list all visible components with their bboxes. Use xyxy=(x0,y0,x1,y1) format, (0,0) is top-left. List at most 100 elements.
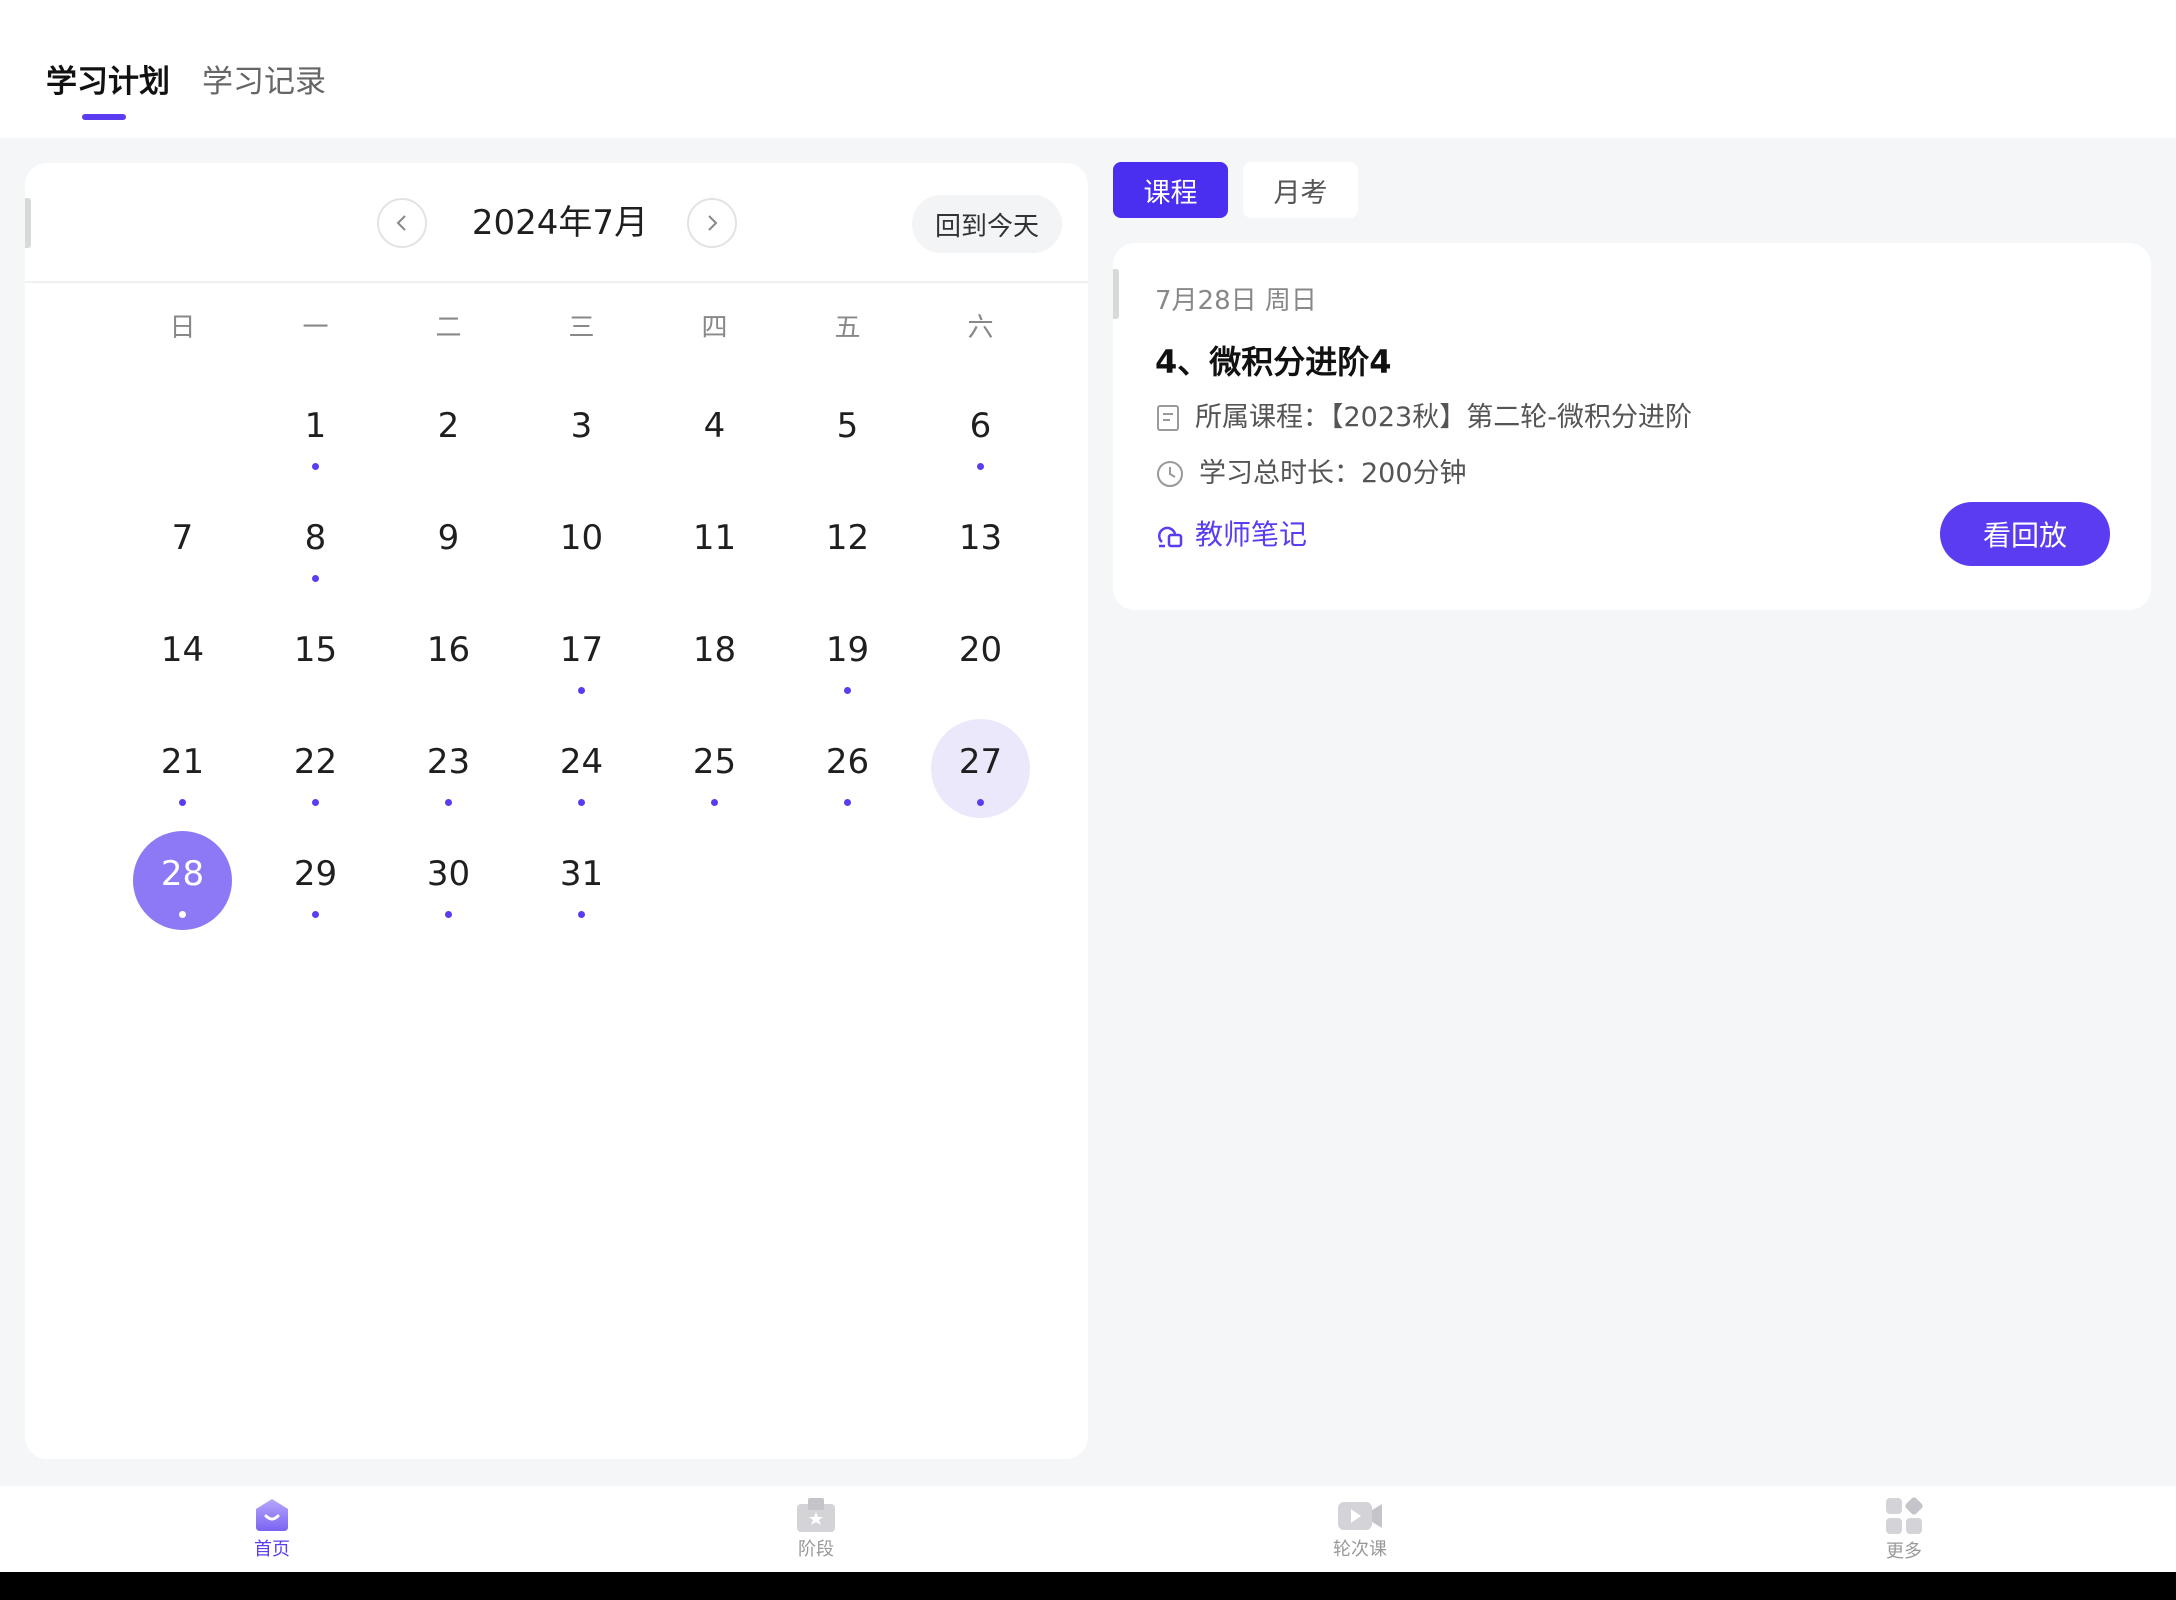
tab-study-record[interactable]: 学习记录 xyxy=(202,58,326,106)
day-number: 24 xyxy=(559,742,604,782)
calendar-day[interactable]: 21 xyxy=(116,712,249,824)
nav-label-more: 更多 xyxy=(1886,1541,1922,1562)
calendar-card: 2024年7月 回到今天 日一二三四五六 1 2 3 4 5 6 7 8 9 10 11 12 13 14… xyxy=(25,163,1088,1459)
calendar-day[interactable]: 26 xyxy=(781,712,914,824)
calendar-day[interactable]: 4 xyxy=(648,376,781,488)
calendar-day[interactable]: 15 xyxy=(249,600,382,712)
weekday-label: 日 xyxy=(169,313,196,343)
watch-replay-button[interactable]: 看回放 xyxy=(1940,502,2110,566)
nav-item-stage[interactable]: 阶段 xyxy=(544,1486,1088,1572)
document-icon xyxy=(1157,405,1179,431)
nav-label-stage: 阶段 xyxy=(798,1539,834,1560)
calendar-day[interactable]: 31 xyxy=(515,824,648,936)
lesson-card[interactable]: 7月28日 周日 4、微积分进阶4 所属课程：【2023秋】第二轮-微积分进阶 … xyxy=(1113,243,2151,610)
calendar-day[interactable]: 16 xyxy=(382,600,515,712)
calendar-day[interactable]: 5 xyxy=(781,376,914,488)
calendar-day[interactable]: 30 xyxy=(382,824,515,936)
segment-monthly-exam[interactable]: 月考 xyxy=(1243,162,1358,218)
teacher-notes-label: 教师笔记 xyxy=(1195,518,1308,551)
card-edge-marker xyxy=(25,198,31,248)
nav-item-round-course[interactable]: 轮次课 xyxy=(1088,1486,1632,1572)
calendar-days-grid: 1 2 3 4 5 6 7 8 9 10 11 12 13 14 15 16 17 18 19 20 21 22 23 24 2… xyxy=(116,376,1047,936)
nav-item-more[interactable]: 更多 xyxy=(1632,1486,2176,1572)
tab-study-plan[interactable]: 学习计划 xyxy=(46,58,170,106)
clock-icon xyxy=(1157,461,1183,487)
day-number: 5 xyxy=(836,406,859,446)
has-lesson-dot xyxy=(977,463,984,470)
chevron-left-icon xyxy=(396,215,406,231)
has-lesson-dot xyxy=(312,911,319,918)
calendar-blank-cell xyxy=(116,376,249,488)
nav-label-home: 首页 xyxy=(254,1539,290,1560)
day-number: 23 xyxy=(426,742,471,782)
day-number: 30 xyxy=(426,854,471,894)
calendar-day[interactable]: 9 xyxy=(382,488,515,600)
month-title: 2024年7月 xyxy=(471,203,649,243)
weekday-label: 三 xyxy=(568,313,595,343)
has-lesson-dot xyxy=(844,799,851,806)
calendar-day[interactable]: 28 xyxy=(116,824,249,936)
calendar-day[interactable]: 13 xyxy=(914,488,1047,600)
day-number: 28 xyxy=(160,854,205,894)
day-number: 18 xyxy=(692,630,737,670)
lesson-title: 4、微积分进阶4 xyxy=(1155,343,1392,381)
has-lesson-dot xyxy=(578,687,585,694)
calendar-day[interactable]: 3 xyxy=(515,376,648,488)
calendar-day[interactable]: 18 xyxy=(648,600,781,712)
has-lesson-dot xyxy=(312,575,319,582)
calendar-day[interactable]: 23 xyxy=(382,712,515,824)
day-number: 15 xyxy=(293,630,338,670)
calendar-day[interactable]: 10 xyxy=(515,488,648,600)
calendar-day[interactable]: 8 xyxy=(249,488,382,600)
next-month-button[interactable] xyxy=(687,198,737,248)
calendar-day[interactable]: 12 xyxy=(781,488,914,600)
calendar-day[interactable]: 7 xyxy=(116,488,249,600)
calendar-day[interactable]: 19 xyxy=(781,600,914,712)
weekday-label: 五 xyxy=(834,313,861,343)
day-number: 9 xyxy=(437,518,460,558)
day-number: 10 xyxy=(559,518,604,558)
card-edge-marker xyxy=(1113,269,1119,319)
segment-course[interactable]: 课程 xyxy=(1113,162,1228,218)
weekday-label: 四 xyxy=(701,313,728,343)
lesson-date: 7月28日 周日 xyxy=(1155,286,1317,316)
has-lesson-dot xyxy=(977,799,984,806)
prev-month-button[interactable] xyxy=(377,198,427,248)
nav-item-home[interactable]: 首页 xyxy=(0,1486,544,1572)
calendar-day[interactable]: 2 xyxy=(382,376,515,488)
chevron-right-icon xyxy=(708,215,718,231)
nav-label-round-course: 轮次课 xyxy=(1333,1539,1387,1560)
day-number: 3 xyxy=(570,406,593,446)
calendar-day[interactable]: 24 xyxy=(515,712,648,824)
day-number: 12 xyxy=(825,518,870,558)
lesson-course-text: 所属课程：【2023秋】第二轮-微积分进阶 xyxy=(1195,402,1692,433)
has-lesson-dot xyxy=(312,463,319,470)
calendar-day[interactable]: 27 xyxy=(914,712,1047,824)
weekday-header: 日一二三四五六 xyxy=(116,303,1047,353)
video-icon xyxy=(1338,1502,1382,1530)
calendar-day[interactable]: 25 xyxy=(648,712,781,824)
has-lesson-dot xyxy=(179,799,186,806)
day-number: 14 xyxy=(160,630,205,670)
calendar-day[interactable]: 17 xyxy=(515,600,648,712)
back-to-today-button[interactable]: 回到今天 xyxy=(912,195,1062,253)
day-number: 2 xyxy=(437,406,460,446)
calendar-day[interactable]: 1 xyxy=(249,376,382,488)
day-number: 11 xyxy=(692,518,737,558)
day-number: 31 xyxy=(559,854,604,894)
teacher-notes-link[interactable]: 教师笔记 xyxy=(1155,513,1307,557)
calendar-day[interactable]: 20 xyxy=(914,600,1047,712)
has-lesson-dot xyxy=(844,687,851,694)
weekday-label: 一 xyxy=(302,313,329,343)
calendar-day[interactable]: 11 xyxy=(648,488,781,600)
calendar-day[interactable]: 6 xyxy=(914,376,1047,488)
day-number: 25 xyxy=(692,742,737,782)
day-number: 4 xyxy=(703,406,726,446)
weekday-label: 六 xyxy=(967,313,994,343)
calendar-day[interactable]: 29 xyxy=(249,824,382,936)
day-number: 22 xyxy=(293,742,338,782)
weekday-label: 二 xyxy=(435,313,462,343)
day-number: 17 xyxy=(559,630,604,670)
calendar-day[interactable]: 14 xyxy=(116,600,249,712)
calendar-day[interactable]: 22 xyxy=(249,712,382,824)
